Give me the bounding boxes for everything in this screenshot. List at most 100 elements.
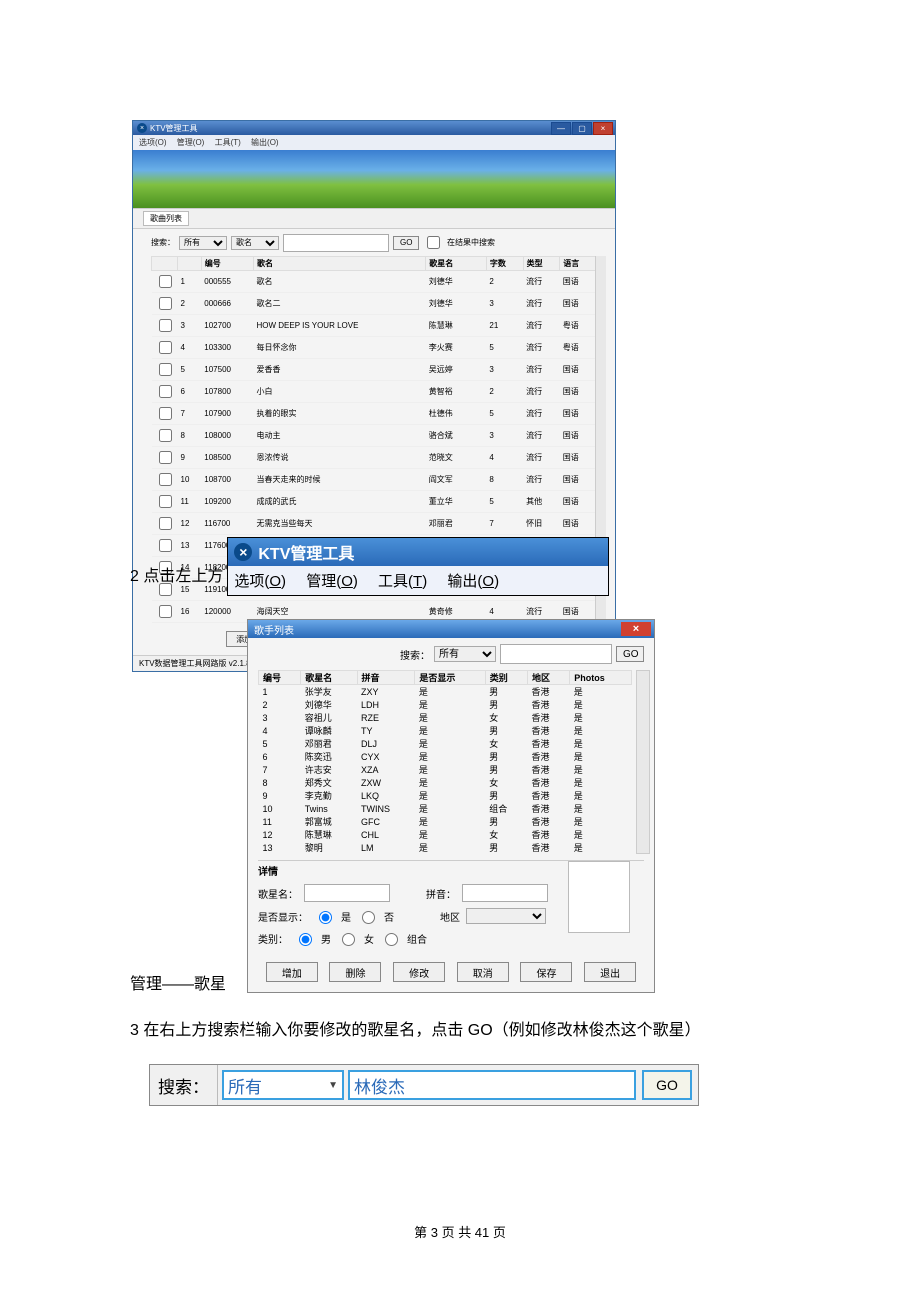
table-row[interactable]: 4103300每日怀念你李火赛5流行粤语 [152,337,597,359]
go-button[interactable]: GO [616,646,644,662]
go-button[interactable]: GO [393,236,419,250]
table-row[interactable]: 11109200成成的武氏董立华5其他国语 [152,491,597,513]
cancel-button[interactable]: 取消 [457,962,509,982]
table-row[interactable]: 1000555歌名刘德华2流行国语 [152,271,597,293]
py-input[interactable] [462,884,548,902]
group-radio[interactable] [385,933,398,946]
singer-table: 编号 歌星名 拼音 是否显示 类别 地区 Photos 1张学友ZXY是男香港是… [258,670,632,854]
col-photos[interactable]: Photos [570,671,632,685]
menu-output[interactable]: 输出(O) [251,138,279,147]
name-input[interactable] [304,884,390,902]
search-scope-select[interactable]: 所有 [179,236,227,250]
col-type[interactable]: 类型 [523,257,560,271]
row-checkbox[interactable] [159,473,172,486]
table-row[interactable]: 6107800小白黄智裕2流行国语 [152,381,597,403]
col-py[interactable]: 拼音 [357,671,415,685]
show-yes-radio[interactable] [319,911,332,924]
table-row[interactable]: 13黎明LM是男香港是 [259,841,632,854]
table-row[interactable]: 7许志安XZA是男香港是 [259,763,632,776]
menu-tools[interactable]: 工具(T) [378,573,427,590]
table-row[interactable]: 4谭咏麟TY是男香港是 [259,724,632,737]
table-row[interactable]: 3容祖儿RZE是女香港是 [259,711,632,724]
search-scope-select[interactable]: 所有 ▼ [222,1070,344,1100]
menu-manage[interactable]: 管理(O) [177,138,205,147]
row-checkbox[interactable] [159,517,172,530]
menu-options[interactable]: 选项(O) [234,573,286,590]
col-lang[interactable]: 语言 [560,257,597,271]
row-checkbox[interactable] [159,341,172,354]
table-row[interactable]: 8郑秀文ZXW是女香港是 [259,776,632,789]
female-radio[interactable] [342,933,355,946]
row-checkbox[interactable] [159,451,172,464]
menubar: 选项(O) 管理(O) 工具(T) 输出(O) [133,135,615,150]
col-singer[interactable]: 歌星名 [426,257,487,271]
banner-image [133,150,615,208]
table-row[interactable]: 3102700HOW DEEP IS YOUR LOVE陈慧琳21流行粤语 [152,315,597,337]
name-label: 歌星名： [258,886,298,901]
menu-options[interactable]: 选项(O) [139,138,167,147]
tab-songlist[interactable]: 歌曲列表 [143,211,189,226]
table-row[interactable]: 2刘德华LDH是男香港是 [259,698,632,711]
menu-tools[interactable]: 工具(T) [215,138,241,147]
row-checkbox[interactable] [159,605,172,618]
row-checkbox[interactable] [159,319,172,332]
close-button[interactable]: × [593,122,613,135]
table-row[interactable]: 2000666歌名二刘德华3流行国语 [152,293,597,315]
row-checkbox[interactable] [159,297,172,310]
col-no[interactable]: 编号 [201,257,253,271]
exit-button[interactable]: 退出 [584,962,636,982]
col-area[interactable]: 地区 [527,671,569,685]
search-input[interactable] [283,234,389,252]
search-input[interactable]: 林俊杰 [348,1070,636,1100]
table-row[interactable]: 8108000电动主骆合斌3流行国语 [152,425,597,447]
go-button[interactable]: GO [642,1070,692,1100]
male-radio[interactable] [299,933,312,946]
show-no-radio[interactable] [362,911,375,924]
row-checkbox[interactable] [159,385,172,398]
search-label: 搜索： [151,237,175,248]
table-row[interactable]: 6陈奕迅CYX是男香港是 [259,750,632,763]
table-row[interactable]: 5107500爱香香吴远婷3流行国语 [152,359,597,381]
col-no[interactable]: 编号 [259,671,301,685]
table-row[interactable]: 9李克勤LKQ是男香港是 [259,789,632,802]
col-name[interactable]: 歌星名 [301,671,357,685]
save-button[interactable]: 保存 [520,962,572,982]
table-row[interactable]: 11郭富城GFC是男香港是 [259,815,632,828]
table-row[interactable]: 10TwinsTWINS是组合香港是 [259,802,632,815]
photo-box[interactable] [568,861,630,933]
search-field-select[interactable]: 歌名 [231,236,279,250]
row-checkbox[interactable] [159,275,172,288]
table-row[interactable]: 1张学友ZXY是男香港是 [259,685,632,699]
detail-panel: 详情 歌星名： 拼音： 是否显示： 是 否 地区 类别： 男 女 组合 [258,860,644,946]
row-checkbox[interactable] [159,429,172,442]
minimize-button[interactable]: — [551,122,571,135]
col-type[interactable]: 类别 [485,671,527,685]
maximize-button[interactable]: ▢ [572,122,592,135]
table-row[interactable]: 10108700当春天走来的时候阎文军8流行国语 [152,469,597,491]
step3-text: 3 在右上方搜索栏输入你要修改的歌星名，点击 GO（例如修改林俊杰这个歌星） [130,1016,701,1040]
col-name[interactable]: 歌名 [253,257,425,271]
row-checkbox[interactable] [159,495,172,508]
row-checkbox[interactable] [159,363,172,376]
search-input[interactable] [500,644,612,664]
table-row[interactable]: 7107900执着的眼实杜德伟5流行国语 [152,403,597,425]
in-result-checkbox[interactable] [427,236,440,249]
scrollbar[interactable] [636,670,650,854]
add-button[interactable]: 增加 [266,962,318,982]
type-label: 类别： [258,931,288,946]
menu-manage[interactable]: 管理(O) [306,573,358,590]
close-button[interactable]: × [621,622,651,636]
delete-button[interactable]: 删除 [329,962,381,982]
modify-button[interactable]: 修改 [393,962,445,982]
search-scope-select[interactable]: 所有 [434,646,496,662]
window-title: KTV管理工具 [150,123,198,134]
table-row[interactable]: 9108500恩浓传说范晓文4流行国语 [152,447,597,469]
area-select[interactable] [466,908,546,924]
table-row[interactable]: 12陈慧琳CHL是女香港是 [259,828,632,841]
menu-output[interactable]: 输出(O) [447,573,499,590]
table-row[interactable]: 5邓丽君DLJ是女香港是 [259,737,632,750]
col-show[interactable]: 是否显示 [415,671,485,685]
col-wc[interactable]: 字数 [486,257,523,271]
table-row[interactable]: 12116700无需克当些每天邓丽君7怀旧国语 [152,513,597,535]
row-checkbox[interactable] [159,407,172,420]
